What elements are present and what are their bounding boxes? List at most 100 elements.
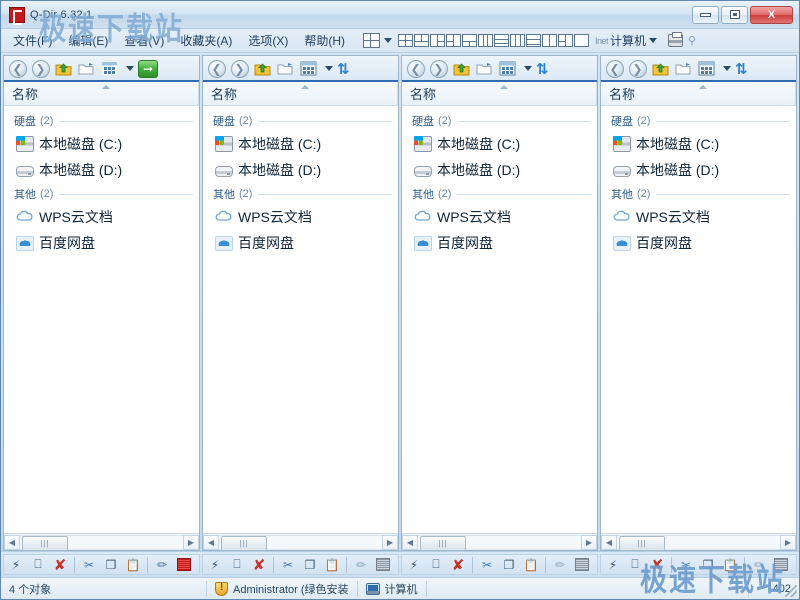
scroll-left-icon[interactable]: ◀ <box>4 535 20 550</box>
list-item[interactable]: 本地磁盘 (C:) <box>4 131 199 157</box>
refresh-icon[interactable]: ⇅ <box>337 60 350 78</box>
panel-4-column-header[interactable]: 名称 <box>601 82 796 106</box>
list-item[interactable]: WPS云文档 <box>4 204 199 230</box>
rename-icon[interactable]: ⎕ <box>426 555 446 575</box>
list-item[interactable]: 本地磁盘 (C:) <box>402 131 597 157</box>
rename-icon[interactable]: ⎕ <box>28 555 48 575</box>
color-filter-icon[interactable] <box>572 555 592 575</box>
copy-icon[interactable]: ❐ <box>101 555 121 575</box>
forward-button[interactable]: ❯ <box>627 58 648 79</box>
layout-2-top-1-bottom-icon[interactable] <box>414 34 429 47</box>
forward-button[interactable]: ❯ <box>428 58 449 79</box>
paste-icon[interactable]: 📋 <box>521 555 541 575</box>
menu-edit[interactable]: 编辑(E) <box>60 29 116 52</box>
color-filter-icon[interactable] <box>373 555 393 575</box>
cut-icon[interactable]: ✂ <box>278 555 298 575</box>
list-item[interactable]: 百度网盘 <box>203 230 398 256</box>
back-button[interactable]: ❮ <box>405 58 426 79</box>
list-item[interactable]: 本地磁盘 (C:) <box>601 131 796 157</box>
paste-icon[interactable]: 📋 <box>720 555 740 575</box>
delete-icon[interactable]: ✘ <box>50 555 70 575</box>
scroll-thumb[interactable]: ||| <box>221 536 267 551</box>
list-item[interactable]: WPS云文档 <box>203 204 398 230</box>
list-item[interactable]: 百度网盘 <box>601 230 796 256</box>
list-item[interactable]: 百度网盘 <box>4 230 199 256</box>
panel-2-file-list[interactable]: 硬盘 (2) 本地磁盘 (C:) 本地磁盘 (D:) 其他 (2) <box>203 106 398 533</box>
scroll-track[interactable]: ||| <box>219 535 382 550</box>
group-header-drives[interactable]: 硬盘 (2) <box>402 110 597 131</box>
panel-3-column-header[interactable]: 名称 <box>402 82 597 106</box>
cut-icon[interactable]: ✂ <box>79 555 99 575</box>
forward-button[interactable]: ❯ <box>229 58 250 79</box>
menu-file[interactable]: 文件(F) <box>5 29 60 52</box>
scroll-right-icon[interactable]: ▶ <box>581 535 597 550</box>
layout-1-left-2-right-icon[interactable] <box>430 34 445 47</box>
new-folder-button[interactable] <box>76 58 97 79</box>
panel-1-file-list[interactable]: 硬盘 (2) 本地磁盘 (C:) 本地磁盘 (D:) 其他 (2) <box>4 106 199 533</box>
back-button[interactable]: ❮ <box>7 58 28 79</box>
views-dropdown-caret-icon[interactable] <box>126 66 134 71</box>
properties-icon[interactable]: ⚡ <box>6 555 26 575</box>
panel-3-file-list[interactable]: 硬盘 (2) 本地磁盘 (C:) 本地磁盘 (D:) 其他 (2) <box>402 106 597 533</box>
list-item[interactable]: 本地磁盘 (D:) <box>601 157 796 183</box>
new-folder-button[interactable] <box>474 58 495 79</box>
views-dropdown-caret-icon[interactable] <box>524 66 532 71</box>
copy-icon[interactable]: ❐ <box>300 555 320 575</box>
column-resize-grip[interactable] <box>397 82 398 105</box>
refresh-icon[interactable]: ⇅ <box>735 60 748 78</box>
scroll-track[interactable]: ||| <box>418 535 581 550</box>
up-folder-button[interactable] <box>53 58 74 79</box>
scroll-left-icon[interactable]: ◀ <box>402 535 418 550</box>
layout-4-quad-active-icon[interactable] <box>363 33 380 48</box>
group-header-other[interactable]: 其他 (2) <box>601 183 796 204</box>
close-button[interactable]: X <box>750 6 793 24</box>
layout-2-left-1-right-icon[interactable] <box>446 34 461 47</box>
layout-2-col-split-icon[interactable] <box>510 34 525 47</box>
panel-1-column-header[interactable]: 名称 <box>4 82 199 106</box>
column-resize-grip[interactable] <box>795 82 796 105</box>
group-header-other[interactable]: 其他 (2) <box>203 183 398 204</box>
copy-icon[interactable]: ❐ <box>499 555 519 575</box>
edit-icon[interactable]: ✏ <box>152 555 172 575</box>
views-dropdown-caret-icon[interactable] <box>723 66 731 71</box>
printer-icon[interactable] <box>668 34 683 47</box>
layout-2-vertical-icon[interactable] <box>542 34 557 47</box>
menu-help[interactable]: 帮助(H) <box>296 29 353 52</box>
back-button[interactable]: ❮ <box>604 58 625 79</box>
layout-2-row-split-icon[interactable] <box>526 34 541 47</box>
group-header-drives[interactable]: 硬盘 (2) <box>203 110 398 131</box>
scroll-track[interactable]: ||| <box>20 535 183 550</box>
computer-dropdown[interactable]: 计算机 <box>610 32 662 49</box>
properties-icon[interactable]: ⚡ <box>404 555 424 575</box>
internet-icon[interactable]: Inet <box>595 36 608 46</box>
minimize-button[interactable] <box>692 6 719 24</box>
layout-4-quad-icon[interactable] <box>398 34 413 47</box>
edit-icon[interactable]: ✏ <box>351 555 371 575</box>
edit-icon[interactable]: ✏ <box>749 555 769 575</box>
delete-icon[interactable]: ✘ <box>249 555 269 575</box>
scroll-left-icon[interactable]: ◀ <box>601 535 617 550</box>
properties-icon[interactable]: ⚡ <box>205 555 225 575</box>
rename-icon[interactable]: ⎕ <box>227 555 247 575</box>
group-header-drives[interactable]: 硬盘 (2) <box>601 110 796 131</box>
column-resize-grip[interactable] <box>198 82 199 105</box>
maximize-button[interactable] <box>721 6 748 24</box>
scroll-thumb[interactable]: ||| <box>420 536 466 551</box>
up-folder-button[interactable] <box>252 58 273 79</box>
back-button[interactable]: ❮ <box>206 58 227 79</box>
scroll-thumb[interactable]: ||| <box>22 536 68 551</box>
list-item[interactable]: 本地磁盘 (D:) <box>402 157 597 183</box>
menu-options[interactable]: 选项(X) <box>240 29 296 52</box>
refresh-icon[interactable]: ⇅ <box>536 60 549 78</box>
scroll-right-icon[interactable]: ▶ <box>382 535 398 550</box>
delete-icon[interactable]: ✘ <box>647 555 667 575</box>
new-folder-button[interactable] <box>275 58 296 79</box>
paste-icon[interactable]: 📋 <box>123 555 143 575</box>
list-item[interactable]: 本地磁盘 (C:) <box>203 131 398 157</box>
panel-4-horizontal-scrollbar[interactable]: ◀ ||| ▶ <box>601 533 796 550</box>
panel-2-horizontal-scrollbar[interactable]: ◀ ||| ▶ <box>203 533 398 550</box>
scroll-thumb[interactable]: ||| <box>619 536 665 551</box>
menu-favorites[interactable]: 收藏夹(A) <box>172 29 240 52</box>
magnify-icon[interactable]: ⚲ <box>688 34 696 47</box>
list-item[interactable]: 百度网盘 <box>402 230 597 256</box>
